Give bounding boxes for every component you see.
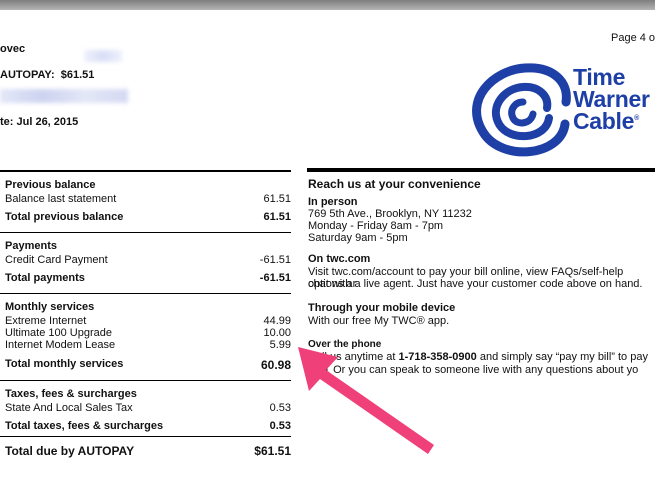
table-row-value: 44.99: [263, 315, 291, 327]
section-rule: [0, 436, 291, 437]
table-row-label: Internet Modem Lease: [5, 339, 116, 351]
total-previous-balance-label: Total previous balance: [5, 211, 124, 223]
section-rule: [0, 293, 291, 294]
phone-line-3: b: [308, 377, 315, 389]
section-rule: [0, 170, 291, 172]
previous-balance-heading: Previous balance: [5, 179, 96, 191]
redacted-account: [0, 89, 128, 103]
in-person-address: 769 5th Ave., Brooklyn, NY 11232: [308, 208, 472, 220]
twc-logo-wordmark: Time Warner Cable®: [573, 64, 650, 134]
phone-line-2: free. Or you can speak to someone live w…: [308, 364, 639, 376]
phone-number: 1-718-358-0900: [398, 351, 477, 363]
total-payments-label: Total payments: [5, 272, 85, 284]
balance-last-statement-value: 61.51: [263, 193, 291, 205]
autopay-summary: AUTOPAY: $61.51: [0, 69, 94, 81]
total-due-label: Total due by AUTOPAY: [5, 444, 135, 458]
in-person-hours-weekday: Monday - Friday 8am - 7pm: [308, 220, 444, 232]
total-previous-balance-value: 61.51: [263, 211, 291, 223]
total-due-value: $61.51: [254, 444, 291, 458]
section-rule: [0, 380, 291, 381]
mobile-line: With our free My TWC® app.: [308, 315, 450, 327]
total-monthly-services-value: 60.98: [260, 358, 291, 372]
total-taxes-value: 0.53: [269, 420, 291, 432]
monthly-services-heading: Monthly services: [5, 301, 95, 313]
table-row-label: Ultimate 100 Upgrade: [5, 327, 113, 339]
autopay-amount: $61.51: [60, 69, 95, 81]
total-taxes-label: Total taxes, fees & surcharges: [5, 420, 164, 432]
table-row-label: Extreme Internet: [5, 315, 87, 327]
contact-title: Reach us at your convenience: [308, 177, 481, 191]
total-monthly-services-label: Total monthly services: [5, 358, 124, 370]
page-indicator: Page 4 of: [611, 32, 655, 44]
sales-tax-value: 0.53: [269, 402, 291, 414]
phone-heading: Over the phone: [308, 339, 382, 350]
in-person-hours-saturday: Saturday 9am - 5pm: [308, 232, 408, 244]
credit-card-payment-label: Credit Card Payment: [5, 254, 108, 266]
online-line: chat with a live agent. Just have your c…: [308, 278, 643, 290]
window-top-band: [0, 0, 655, 10]
logo-line-3: Cable®: [573, 108, 639, 134]
online-heading: On twc.com: [308, 253, 371, 265]
sales-tax-label: State And Local Sales Tax: [5, 402, 133, 414]
taxes-heading: Taxes, fees & surcharges: [5, 388, 137, 400]
contact-rule: [307, 168, 655, 172]
customer-name: ovec: [0, 43, 26, 55]
logo-line-2: Warner: [573, 86, 650, 112]
total-payments-value: -61.51: [259, 272, 291, 284]
redacted-block: [84, 50, 122, 62]
logo-line-1: Time: [573, 64, 626, 90]
table-row-value: 10.00: [263, 327, 291, 339]
statement-date: te: Jul 26, 2015: [0, 116, 79, 128]
balance-last-statement-label: Balance last statement: [5, 193, 117, 205]
section-rule: [0, 232, 291, 233]
credit-card-payment-value: -61.51: [259, 254, 291, 266]
mobile-heading: Through your mobile device: [308, 302, 456, 314]
in-person-heading: In person: [308, 196, 358, 208]
bill-page: Page 4 of ovec AUTOPAY: $61.51 te: Jul 2…: [0, 10, 655, 491]
table-row-value: 5.99: [269, 339, 291, 351]
autopay-label: AUTOPAY:: [0, 69, 55, 81]
payments-heading: Payments: [5, 240, 57, 252]
